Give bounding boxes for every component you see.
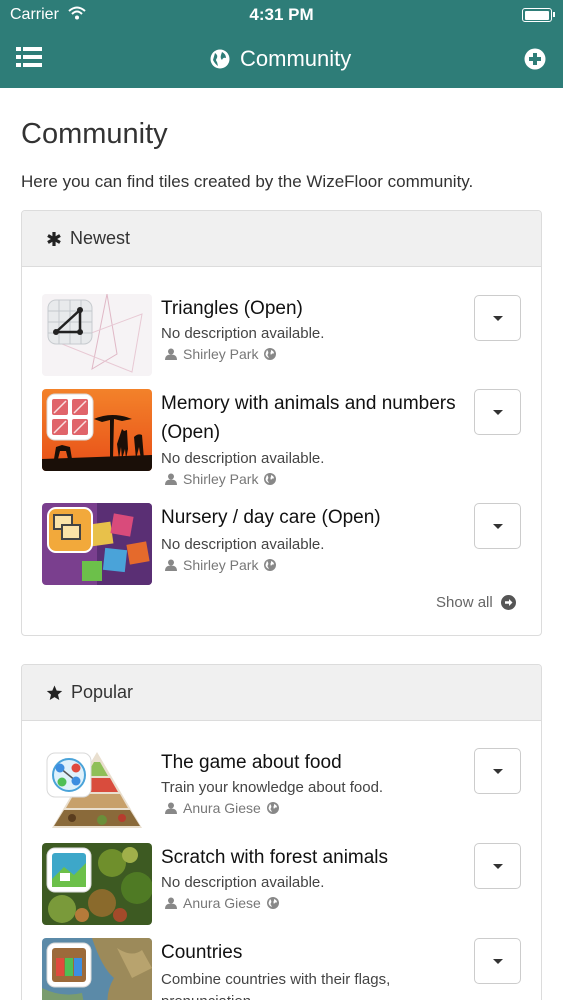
list-item[interactable]: Nursery / day care (Open) No description…: [42, 503, 522, 589]
list-item[interactable]: Triangles (Open) No description availabl…: [42, 294, 522, 380]
page-title: Community: [21, 118, 168, 150]
tile-title[interactable]: Triangles (Open): [161, 294, 473, 323]
globe-icon: [266, 802, 279, 814]
arrow-circle-right-icon[interactable]: [500, 595, 516, 610]
globe-icon: [264, 559, 277, 571]
tile-description: No description available.: [161, 874, 325, 891]
list-item[interactable]: Scratch with forest animals No descripti…: [42, 843, 522, 929]
list-icon[interactable]: [16, 46, 42, 68]
user-icon: [165, 897, 177, 909]
tile-dropdown-button[interactable]: [474, 295, 521, 341]
plus-circle-icon[interactable]: [524, 48, 546, 70]
tile-author: Shirley Park: [165, 346, 277, 362]
tile-title[interactable]: Scratch with forest animals: [161, 843, 473, 872]
status-bar: Carrier 4:31 PM: [0, 0, 563, 30]
globe-icon: [266, 897, 279, 909]
tile-author-name: Shirley Park: [183, 471, 259, 487]
tile-author: Shirley Park: [165, 471, 277, 487]
navbar: Community: [0, 30, 563, 88]
newest-heading: Newest: [70, 228, 131, 248]
star-icon: [46, 685, 63, 700]
tile-title[interactable]: Memory with animals and numbers (Open): [161, 389, 473, 447]
popular-panel: Popular The game about food Train your k…: [21, 664, 542, 1000]
user-icon: [165, 559, 177, 571]
tile-thumbnail[interactable]: [42, 389, 152, 471]
popular-heading: Popular: [71, 682, 134, 702]
list-item[interactable]: The game about food Train your knowledge…: [42, 748, 522, 834]
newest-panel-header: Newest: [22, 211, 541, 267]
tile-author: Anura Giese: [165, 895, 279, 911]
asterisk-icon: [47, 231, 61, 246]
tile-author-name: Shirley Park: [183, 557, 259, 573]
tile-thumbnail[interactable]: [42, 294, 152, 376]
tile-description: Train your knowledge about food.: [161, 779, 384, 796]
tile-author: Anura Giese: [165, 800, 279, 816]
globe-icon: [264, 348, 277, 360]
clock: 4:31 PM: [249, 5, 314, 24]
nav-title: Community: [210, 44, 351, 74]
tile-title[interactable]: Countries: [161, 938, 473, 967]
list-item[interactable]: Memory with animals and numbers (Open) N…: [42, 389, 522, 489]
battery-icon: [522, 8, 555, 22]
tile-dropdown-button[interactable]: [474, 938, 521, 984]
tile-author-name: Shirley Park: [183, 346, 259, 362]
tile-description: Combine countries with their flags, pron…: [161, 971, 391, 1000]
user-icon: [165, 802, 177, 814]
tile-dropdown-button[interactable]: [474, 389, 521, 435]
top-bar: Carrier 4:31 PM Community: [0, 0, 563, 88]
tile-thumbnail[interactable]: [42, 843, 152, 925]
tile-dropdown-button[interactable]: [474, 503, 521, 549]
show-all-link[interactable]: Show all: [436, 594, 516, 611]
tile-dropdown-button[interactable]: [474, 843, 521, 889]
tile-title[interactable]: The game about food: [161, 748, 473, 777]
globe-icon: [264, 473, 277, 485]
list-item[interactable]: Countries Combine countries with their f…: [42, 938, 522, 1000]
tile-description: No description available.: [161, 536, 325, 553]
tile-author-name: Anura Giese: [183, 895, 261, 911]
tile-description: No description available.: [161, 325, 325, 342]
globe-icon: [210, 49, 230, 69]
tile-thumbnail[interactable]: [42, 938, 152, 1000]
user-icon: [165, 348, 177, 360]
popular-panel-header: Popular: [22, 665, 541, 721]
tile-thumbnail[interactable]: [42, 748, 152, 830]
newest-panel: Newest Triangles (Open) No description a…: [21, 210, 542, 636]
tile-dropdown-button[interactable]: [474, 748, 521, 794]
page-intro: Here you can find tiles created by the W…: [21, 172, 474, 191]
tile-description: No description available.: [161, 450, 325, 467]
show-all-label[interactable]: Show all: [436, 594, 493, 611]
tile-author: Shirley Park: [165, 557, 277, 573]
tile-thumbnail[interactable]: [42, 503, 152, 585]
user-icon: [165, 473, 177, 485]
nav-title-label: Community: [240, 46, 352, 71]
tile-author-name: Anura Giese: [183, 800, 261, 816]
tile-title[interactable]: Nursery / day care (Open): [161, 503, 473, 532]
